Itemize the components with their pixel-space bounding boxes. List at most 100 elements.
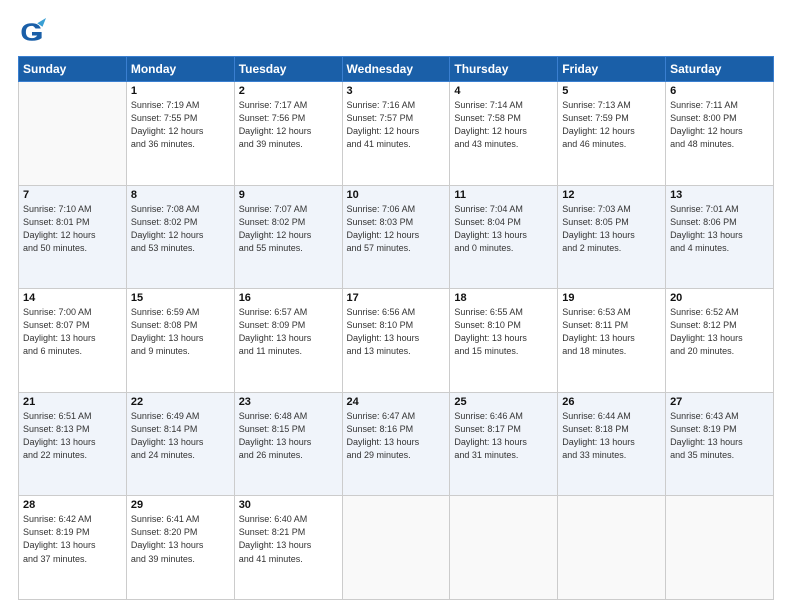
header <box>18 18 774 46</box>
day-number: 2 <box>239 85 338 97</box>
logo <box>18 18 50 46</box>
day-info: Sunrise: 6:48 AM Sunset: 8:15 PM Dayligh… <box>239 410 338 462</box>
calendar-cell: 11 Sunrise: 7:04 AM Sunset: 8:04 PM Dayli… <box>450 185 558 289</box>
calendar-cell <box>19 82 127 186</box>
calendar-cell: 14 Sunrise: 7:00 AM Sunset: 8:07 PM Dayli… <box>19 289 127 393</box>
day-info: Sunrise: 7:16 AM Sunset: 7:57 PM Dayligh… <box>347 99 446 151</box>
day-info: Sunrise: 6:40 AM Sunset: 8:21 PM Dayligh… <box>239 513 338 565</box>
day-info: Sunrise: 6:46 AM Sunset: 8:17 PM Dayligh… <box>454 410 553 462</box>
day-info: Sunrise: 7:03 AM Sunset: 8:05 PM Dayligh… <box>562 203 661 255</box>
day-number: 29 <box>131 499 230 511</box>
day-number: 12 <box>562 189 661 201</box>
calendar-cell: 20 Sunrise: 6:52 AM Sunset: 8:12 PM Dayli… <box>666 289 774 393</box>
day-number: 18 <box>454 292 553 304</box>
calendar-cell: 22 Sunrise: 6:49 AM Sunset: 8:14 PM Dayli… <box>126 392 234 496</box>
calendar-cell: 4 Sunrise: 7:14 AM Sunset: 7:58 PM Daylig… <box>450 82 558 186</box>
calendar-cell: 16 Sunrise: 6:57 AM Sunset: 8:09 PM Dayli… <box>234 289 342 393</box>
day-info: Sunrise: 6:49 AM Sunset: 8:14 PM Dayligh… <box>131 410 230 462</box>
day-number: 28 <box>23 499 122 511</box>
calendar-cell: 15Sunrise: 6:59 AM Sunset: 8:08 PM Dayli… <box>126 289 234 393</box>
calendar-cell: 28 Sunrise: 6:42 AM Sunset: 8:19 PM Dayli… <box>19 496 127 600</box>
day-number: 9 <box>239 189 338 201</box>
day-number: 17 <box>347 292 446 304</box>
day-info: Sunrise: 7:08 AM Sunset: 8:02 PM Dayligh… <box>131 203 230 255</box>
day-number: 5 <box>562 85 661 97</box>
day-info: Sunrise: 6:57 AM Sunset: 8:09 PM Dayligh… <box>239 306 338 358</box>
day-number: 20 <box>670 292 769 304</box>
calendar-cell: 7 Sunrise: 7:10 AM Sunset: 8:01 PM Daylig… <box>19 185 127 289</box>
logo-icon <box>18 18 46 46</box>
calendar-cell: 24 Sunrise: 6:47 AM Sunset: 8:16 PM Dayli… <box>342 392 450 496</box>
calendar-cell: 1Sunrise: 7:19 AM Sunset: 7:55 PM Daylig… <box>126 82 234 186</box>
day-info: Sunrise: 6:52 AM Sunset: 8:12 PM Dayligh… <box>670 306 769 358</box>
day-number: 1 <box>131 85 230 97</box>
day-info: Sunrise: 7:14 AM Sunset: 7:58 PM Dayligh… <box>454 99 553 151</box>
day-info: Sunrise: 7:04 AM Sunset: 8:04 PM Dayligh… <box>454 203 553 255</box>
day-number: 4 <box>454 85 553 97</box>
day-number: 21 <box>23 396 122 408</box>
day-info: Sunrise: 7:07 AM Sunset: 8:02 PM Dayligh… <box>239 203 338 255</box>
calendar-cell: 23 Sunrise: 6:48 AM Sunset: 8:15 PM Dayli… <box>234 392 342 496</box>
day-info: Sunrise: 6:51 AM Sunset: 8:13 PM Dayligh… <box>23 410 122 462</box>
calendar-week-row: 14 Sunrise: 7:00 AM Sunset: 8:07 PM Dayli… <box>19 289 774 393</box>
calendar-cell: 27 Sunrise: 6:43 AM Sunset: 8:19 PM Dayli… <box>666 392 774 496</box>
day-number: 3 <box>347 85 446 97</box>
day-info: Sunrise: 6:43 AM Sunset: 8:19 PM Dayligh… <box>670 410 769 462</box>
calendar-week-row: 1Sunrise: 7:19 AM Sunset: 7:55 PM Daylig… <box>19 82 774 186</box>
weekday-header-friday: Friday <box>558 57 666 82</box>
calendar-cell: 8 Sunrise: 7:08 AM Sunset: 8:02 PM Daylig… <box>126 185 234 289</box>
day-number: 27 <box>670 396 769 408</box>
day-number: 11 <box>454 189 553 201</box>
day-info: Sunrise: 6:56 AM Sunset: 8:10 PM Dayligh… <box>347 306 446 358</box>
calendar-cell: 13 Sunrise: 7:01 AM Sunset: 8:06 PM Dayli… <box>666 185 774 289</box>
calendar-cell: 26 Sunrise: 6:44 AM Sunset: 8:18 PM Dayli… <box>558 392 666 496</box>
day-number: 7 <box>23 189 122 201</box>
calendar-cell: 2Sunrise: 7:17 AM Sunset: 7:56 PM Daylig… <box>234 82 342 186</box>
day-info: Sunrise: 7:11 AM Sunset: 8:00 PM Dayligh… <box>670 99 769 151</box>
calendar-cell <box>558 496 666 600</box>
day-info: Sunrise: 7:01 AM Sunset: 8:06 PM Dayligh… <box>670 203 769 255</box>
day-info: Sunrise: 6:42 AM Sunset: 8:19 PM Dayligh… <box>23 513 122 565</box>
day-number: 26 <box>562 396 661 408</box>
calendar-cell: 29 Sunrise: 6:41 AM Sunset: 8:20 PM Dayli… <box>126 496 234 600</box>
day-number: 16 <box>239 292 338 304</box>
calendar-cell: 12 Sunrise: 7:03 AM Sunset: 8:05 PM Dayli… <box>558 185 666 289</box>
weekday-header-row: SundayMondayTuesdayWednesdayThursdayFrid… <box>19 57 774 82</box>
day-number: 6 <box>670 85 769 97</box>
day-info: Sunrise: 6:41 AM Sunset: 8:20 PM Dayligh… <box>131 513 230 565</box>
calendar-cell: 30 Sunrise: 6:40 AM Sunset: 8:21 PM Dayli… <box>234 496 342 600</box>
calendar-cell: 17 Sunrise: 6:56 AM Sunset: 8:10 PM Dayli… <box>342 289 450 393</box>
day-info: Sunrise: 6:59 AM Sunset: 8:08 PM Dayligh… <box>131 306 230 358</box>
day-number: 14 <box>23 292 122 304</box>
calendar-cell <box>666 496 774 600</box>
page: SundayMondayTuesdayWednesdayThursdayFrid… <box>0 0 792 612</box>
day-info: Sunrise: 6:47 AM Sunset: 8:16 PM Dayligh… <box>347 410 446 462</box>
day-number: 13 <box>670 189 769 201</box>
day-info: Sunrise: 7:00 AM Sunset: 8:07 PM Dayligh… <box>23 306 122 358</box>
calendar-cell: 18 Sunrise: 6:55 AM Sunset: 8:10 PM Dayli… <box>450 289 558 393</box>
day-number: 22 <box>131 396 230 408</box>
calendar-cell: 19Sunrise: 6:53 AM Sunset: 8:11 PM Dayli… <box>558 289 666 393</box>
calendar-cell: 5Sunrise: 7:13 AM Sunset: 7:59 PM Daylig… <box>558 82 666 186</box>
day-number: 24 <box>347 396 446 408</box>
calendar-cell: 21 Sunrise: 6:51 AM Sunset: 8:13 PM Dayli… <box>19 392 127 496</box>
day-info: Sunrise: 6:55 AM Sunset: 8:10 PM Dayligh… <box>454 306 553 358</box>
day-number: 30 <box>239 499 338 511</box>
day-number: 10 <box>347 189 446 201</box>
calendar-cell: 3 Sunrise: 7:16 AM Sunset: 7:57 PM Daylig… <box>342 82 450 186</box>
day-number: 23 <box>239 396 338 408</box>
weekday-header-thursday: Thursday <box>450 57 558 82</box>
weekday-header-saturday: Saturday <box>666 57 774 82</box>
day-number: 8 <box>131 189 230 201</box>
calendar-week-row: 28 Sunrise: 6:42 AM Sunset: 8:19 PM Dayli… <box>19 496 774 600</box>
calendar-cell <box>342 496 450 600</box>
calendar-cell <box>450 496 558 600</box>
calendar-week-row: 7 Sunrise: 7:10 AM Sunset: 8:01 PM Daylig… <box>19 185 774 289</box>
day-info: Sunrise: 6:44 AM Sunset: 8:18 PM Dayligh… <box>562 410 661 462</box>
day-info: Sunrise: 7:10 AM Sunset: 8:01 PM Dayligh… <box>23 203 122 255</box>
calendar-cell: 25Sunrise: 6:46 AM Sunset: 8:17 PM Dayli… <box>450 392 558 496</box>
calendar-cell: 10 Sunrise: 7:06 AM Sunset: 8:03 PM Dayli… <box>342 185 450 289</box>
day-info: Sunrise: 7:06 AM Sunset: 8:03 PM Dayligh… <box>347 203 446 255</box>
calendar-cell: 6 Sunrise: 7:11 AM Sunset: 8:00 PM Daylig… <box>666 82 774 186</box>
day-number: 19 <box>562 292 661 304</box>
